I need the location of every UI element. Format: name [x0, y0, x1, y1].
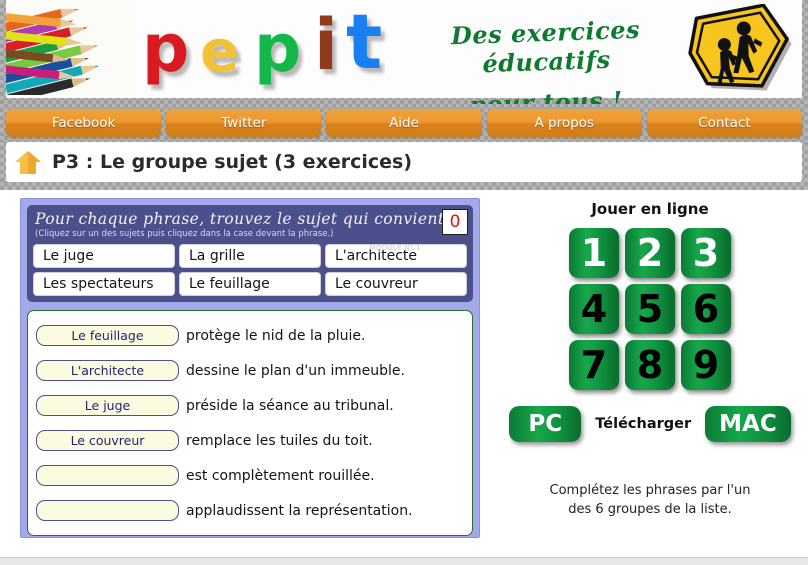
nav-item-aide[interactable]: Aide — [326, 109, 482, 137]
sentence-row: applaudissent la représentation. — [36, 493, 464, 528]
answer-slot-6[interactable] — [36, 500, 179, 521]
main-navigation: Facebook Twitter Aide A propos Contact — [0, 104, 808, 142]
download-mac-button[interactable]: MAC — [705, 406, 791, 442]
answer-slot-3[interactable]: Le juge — [36, 395, 179, 416]
sentence-row: L'architecte dessine le plan d'un immeub… — [36, 353, 464, 388]
sentence-text-2: dessine le plan d'un immeuble. — [186, 362, 405, 379]
nav-item-contact[interactable]: Contact — [646, 109, 803, 137]
exercise-header: Pour chaque phrase, trouvez le sujet qui… — [27, 205, 473, 302]
exercise-sub-instruction: (Cliquez sur un des sujets puis cliquez … — [35, 229, 334, 239]
sentence-text-6: applaudissent la représentation. — [186, 502, 413, 519]
sentence-row: Le couvreur remplace les tuiles du toit. — [36, 423, 464, 458]
download-pc-button[interactable]: PC — [509, 406, 582, 442]
answer-slot-1[interactable]: Le feuillage — [36, 325, 179, 346]
bottom-strip — [0, 557, 808, 565]
exercise-hint-line-1: Complétez les phrases par l'un — [549, 483, 751, 498]
sentence-row: Le feuillage protège le nid de la pluie. — [36, 318, 464, 353]
play-online-title: Jouer en ligne — [591, 200, 709, 218]
page-title-bar: P3 : Le groupe sujet (3 exercices) — [6, 142, 802, 182]
choice-button-2[interactable]: La grille — [179, 244, 321, 268]
sentence-text-3: préside la séance au tribunal. — [186, 397, 394, 414]
exercise-hint: Complétez les phrases par l'un des 6 gro… — [500, 482, 800, 520]
logo-letter-t: t — [346, 0, 383, 86]
exercise-number-2[interactable]: 2 — [625, 228, 675, 278]
slogan-line-2: pour tous ! — [468, 85, 624, 104]
sentence-text-5: est complètement rouillée. — [186, 467, 375, 484]
exercise-applet: Pour chaque phrase, trouvez le sujet qui… — [20, 198, 480, 538]
exercise-number-9[interactable]: 9 — [681, 340, 731, 390]
exercise-number-grid: 1 2 3 4 5 6 7 8 9 — [569, 228, 731, 390]
logo-letter-p2: p — [254, 10, 302, 87]
exercise-number-4[interactable]: 4 — [569, 284, 619, 334]
choice-button-5[interactable]: Le feuillage — [179, 272, 321, 296]
exercise-number-8[interactable]: 8 — [625, 340, 675, 390]
answer-slot-4[interactable]: Le couvreur — [36, 430, 179, 451]
choice-button-1[interactable]: Le juge — [33, 244, 175, 268]
main-content: Pour chaque phrase, trouvez le sujet qui… — [0, 190, 808, 565]
sentence-row: est complètement rouillée. — [36, 458, 464, 493]
page-title: P3 : Le groupe sujet (3 exercices) — [52, 151, 412, 173]
page-title-bar-wrapper: P3 : Le groupe sujet (3 exercices) — [0, 142, 808, 190]
nav-item-twitter[interactable]: Twitter — [166, 109, 322, 137]
exercise-instruction: Pour chaque phrase, trouvez le sujet qui… — [35, 210, 450, 228]
site-banner: p e p i t Des exercices éducatifs pour t… — [0, 0, 808, 104]
exercise-hint-line-2: des 6 groupes de la liste. — [568, 501, 732, 517]
answer-slot-2[interactable]: L'architecte — [36, 360, 179, 381]
download-row: PC Télécharger MAC — [500, 406, 800, 442]
sentence-text-4: remplace les tuiles du toit. — [186, 432, 373, 449]
exercise-number-6[interactable]: 6 — [681, 284, 731, 334]
exercise-number-7[interactable]: 7 — [569, 340, 619, 390]
logo-letter-e: e — [200, 17, 240, 85]
answer-slot-5[interactable] — [36, 465, 179, 486]
choice-button-6[interactable]: Le couvreur — [325, 272, 467, 296]
choice-button-4[interactable]: Les spectateurs — [33, 272, 175, 296]
logo-letter-p1: p — [142, 10, 190, 87]
logo-letter-i: i — [314, 4, 338, 86]
module-label: MODULE N° 1 — [369, 244, 421, 252]
sentence-row: Le juge préside la séance au tribunal. — [36, 388, 464, 423]
sentence-text-1: protège le nid de la pluie. — [186, 327, 366, 344]
school-crossing-sign-icon — [684, 3, 796, 96]
download-label: Télécharger — [595, 416, 692, 432]
exercise-number-5[interactable]: 5 — [625, 284, 675, 334]
pepit-logo: p e p i t — [142, 2, 402, 94]
nav-item-a-propos[interactable]: A propos — [486, 109, 642, 137]
score-display: 0 — [442, 209, 468, 235]
site-slogan: Des exercices éducatifs pour tous ! — [412, 8, 680, 104]
exercise-number-3[interactable]: 3 — [681, 228, 731, 278]
nav-item-facebook[interactable]: Facebook — [6, 109, 162, 137]
house-icon[interactable] — [14, 148, 42, 176]
sentences-panel: Le feuillage protège le nid de la pluie.… — [27, 310, 473, 536]
slogan-line-1: Des exercices éducatifs — [450, 14, 641, 79]
exercise-number-1[interactable]: 1 — [569, 228, 619, 278]
online-play-panel: Jouer en ligne 1 2 3 4 5 6 7 8 9 PC Télé… — [500, 198, 800, 538]
colored-pencils-image — [6, 2, 132, 95]
